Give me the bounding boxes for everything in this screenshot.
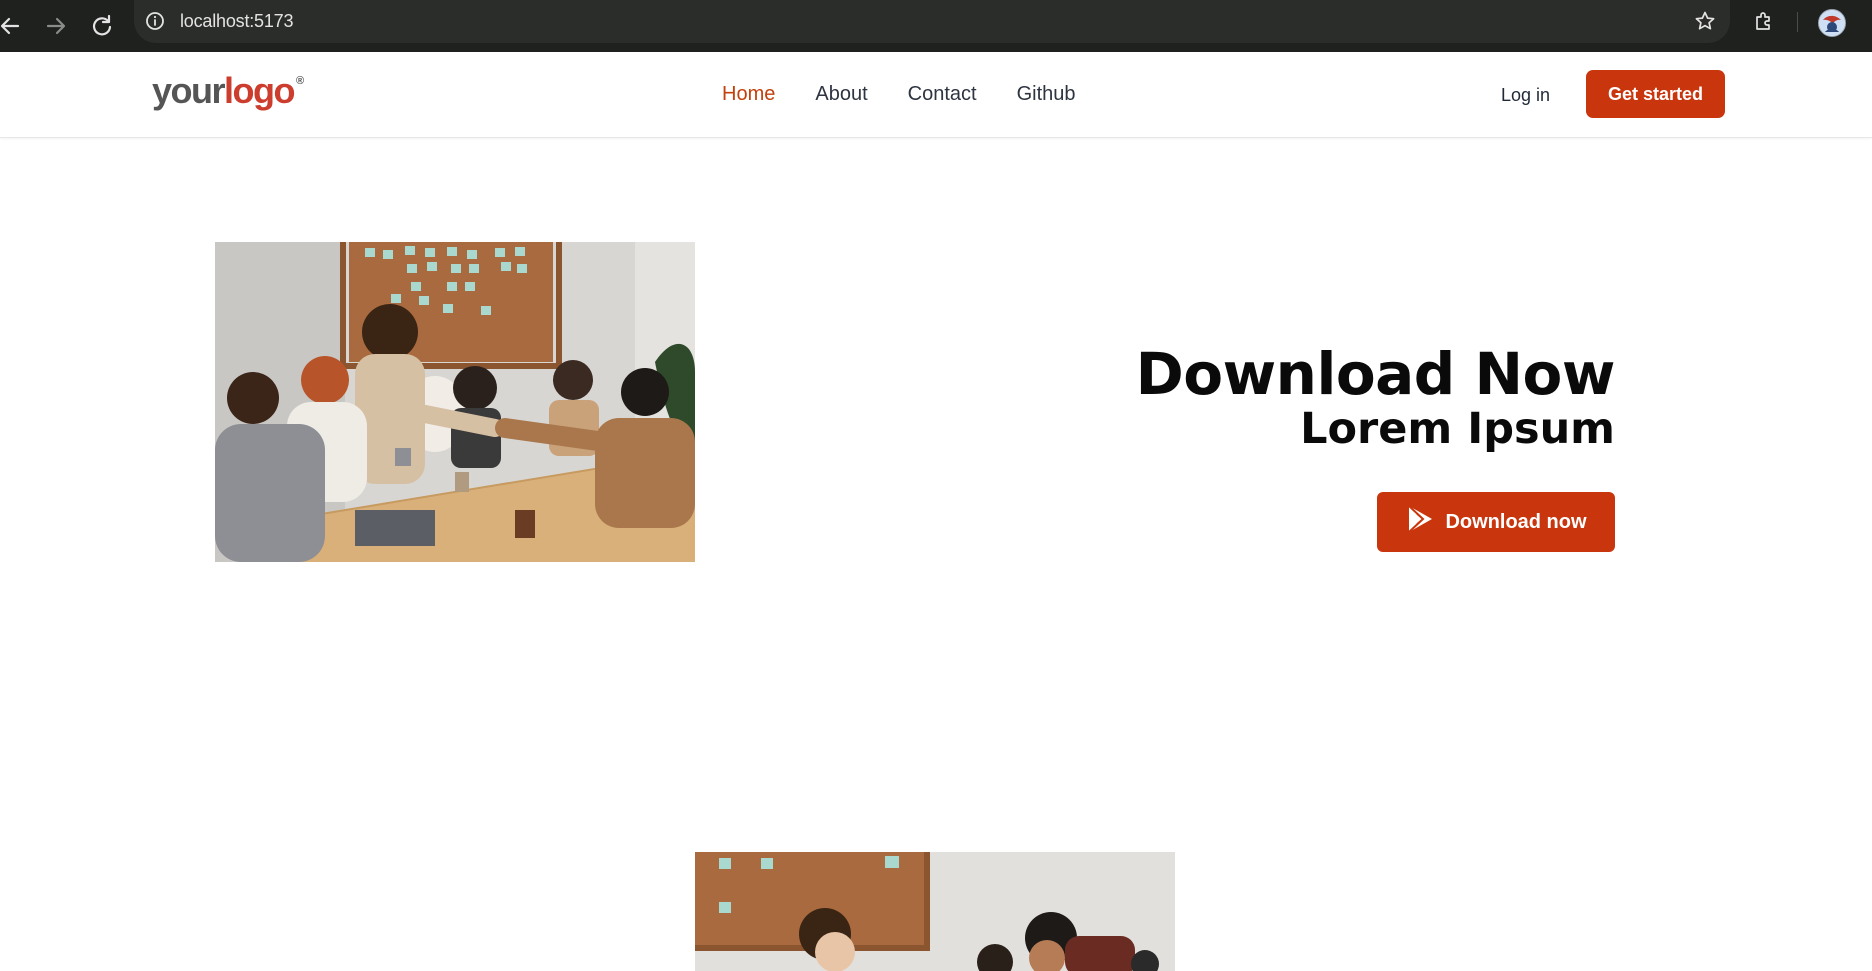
nav-link-github[interactable]: Github — [1017, 83, 1076, 106]
main-nav: Home About Contact Github — [722, 83, 1076, 106]
registered-mark: ® — [296, 75, 305, 87]
site-header: yourlogo ® Home About Contact Github Log … — [0, 52, 1872, 138]
nav-link-contact[interactable]: Contact — [908, 83, 977, 106]
play-store-icon — [1405, 504, 1435, 540]
reload-icon[interactable] — [84, 8, 120, 44]
extensions-icon[interactable] — [1752, 10, 1776, 38]
profile-avatar[interactable] — [1818, 9, 1846, 37]
browser-chrome: localhost:5173 — [0, 0, 1872, 52]
login-link[interactable]: Log in — [1501, 85, 1550, 106]
hero-title: Download Now — [1135, 340, 1616, 408]
logo-text-your: your — [152, 70, 226, 111]
info-icon[interactable] — [144, 10, 166, 36]
back-arrow-icon[interactable] — [0, 8, 28, 44]
download-now-label: Download now — [1445, 510, 1587, 533]
second-image — [695, 852, 1175, 971]
site-logo[interactable]: yourlogo ® — [152, 70, 304, 112]
get-started-button[interactable]: Get started — [1586, 70, 1725, 118]
star-icon[interactable] — [1694, 10, 1716, 36]
address-bar[interactable]: localhost:5173 — [134, 0, 1730, 43]
logo-text-logo: logo — [224, 70, 295, 111]
download-now-button[interactable]: Download now — [1377, 492, 1615, 552]
forward-arrow-icon[interactable] — [38, 8, 74, 44]
url-text[interactable]: localhost:5173 — [180, 11, 293, 32]
nav-link-about[interactable]: About — [815, 83, 867, 106]
hero-subtitle: Lorem Ipsum — [1300, 404, 1615, 454]
nav-link-home[interactable]: Home — [722, 83, 775, 106]
hero-image — [215, 242, 695, 562]
toolbar-divider — [1797, 12, 1798, 32]
